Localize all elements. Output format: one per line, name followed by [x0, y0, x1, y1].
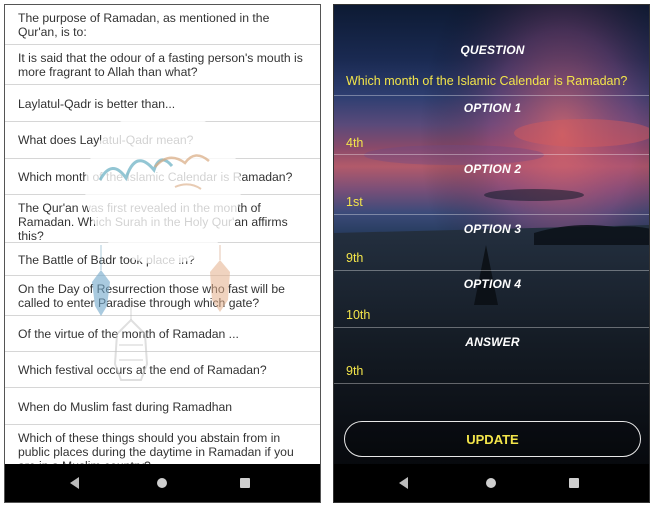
answer-label: ANSWER — [465, 335, 520, 349]
list-item[interactable]: On the Day of Resurrection those who fas… — [5, 276, 320, 316]
question-value[interactable]: Which month of the Islamic Calendar is R… — [346, 74, 627, 88]
question-text: It is said that the odour of a fasting p… — [18, 51, 303, 79]
question-text: On the Day of Resurrection those who fas… — [18, 282, 285, 310]
question-text: The Battle of Badr took place in? — [18, 253, 195, 267]
recents-icon — [569, 478, 579, 488]
answer-underline — [334, 383, 649, 384]
list-item[interactable]: Which month of the Islamic Calendar is R… — [5, 159, 320, 195]
option3-value[interactable]: 9th — [346, 251, 363, 265]
question-text: Which festival occurs at the end of Rama… — [18, 363, 267, 377]
question-text: Which of these things should you abstain… — [18, 431, 294, 466]
option4-underline — [334, 327, 649, 328]
option1-underline — [334, 154, 649, 155]
edit-question-form: QUESTION Which month of the Islamic Cale… — [334, 5, 649, 466]
question-text: The Qur'an was first revealed in the mon… — [18, 201, 288, 243]
option1-label: OPTION 1 — [463, 101, 522, 115]
back-icon — [398, 477, 408, 489]
left-phone-screen: The purpose of Ramadan, as mentioned in … — [4, 4, 321, 503]
list-item[interactable]: Of the virtue of the month of Ramadan ..… — [5, 316, 320, 352]
home-icon — [157, 478, 167, 488]
option3-underline — [334, 270, 649, 271]
home-button[interactable] — [484, 476, 498, 490]
list-item[interactable]: The Qur'an was first revealed in the mon… — [5, 195, 320, 243]
question-underline — [334, 95, 649, 96]
list-item[interactable]: The purpose of Ramadan, as mentioned in … — [5, 5, 320, 45]
list-item[interactable]: The Battle of Badr took place in? — [5, 243, 320, 276]
question-label: QUESTION — [460, 43, 525, 57]
question-text: Which month of the Islamic Calendar is R… — [18, 170, 293, 184]
question-list[interactable]: The purpose of Ramadan, as mentioned in … — [5, 5, 320, 466]
right-phone-screen: QUESTION Which month of the Islamic Cale… — [333, 4, 650, 503]
home-button[interactable] — [155, 476, 169, 490]
option1-value[interactable]: 4th — [346, 136, 363, 150]
question-text: The purpose of Ramadan, as mentioned in … — [18, 11, 270, 39]
right-navigation-bar — [334, 464, 649, 502]
question-text: Laylatul-Qadr is better than... — [18, 97, 176, 111]
back-icon — [69, 477, 79, 489]
list-item[interactable]: When do Muslim fast during Ramadhan — [5, 388, 320, 425]
answer-value[interactable]: 9th — [346, 364, 363, 378]
question-text: What does Laylatul-Qadr mean? — [18, 133, 194, 147]
back-button[interactable] — [396, 476, 410, 490]
list-item[interactable]: What does Laylatul-Qadr mean? — [5, 122, 320, 159]
home-icon — [486, 478, 496, 488]
option4-value[interactable]: 10th — [346, 308, 370, 322]
list-item[interactable]: Laylatul-Qadr is better than... — [5, 85, 320, 122]
option3-label: OPTION 3 — [463, 222, 522, 236]
option2-label: OPTION 2 — [463, 162, 522, 176]
option2-underline — [334, 214, 649, 215]
left-navigation-bar — [5, 464, 320, 502]
back-button[interactable] — [67, 476, 81, 490]
recents-icon — [240, 478, 250, 488]
list-item[interactable]: Which festival occurs at the end of Rama… — [5, 352, 320, 388]
recents-button[interactable] — [567, 476, 581, 490]
option2-value[interactable]: 1st — [346, 195, 363, 209]
update-button[interactable]: UPDATE — [344, 421, 641, 457]
recents-button[interactable] — [238, 476, 252, 490]
option4-label: OPTION 4 — [463, 277, 522, 291]
list-item[interactable]: It is said that the odour of a fasting p… — [5, 45, 320, 85]
question-text: Of the virtue of the month of Ramadan ..… — [18, 327, 239, 341]
question-text: When do Muslim fast during Ramadhan — [18, 400, 233, 414]
list-item[interactable]: Which of these things should you abstain… — [5, 425, 320, 466]
